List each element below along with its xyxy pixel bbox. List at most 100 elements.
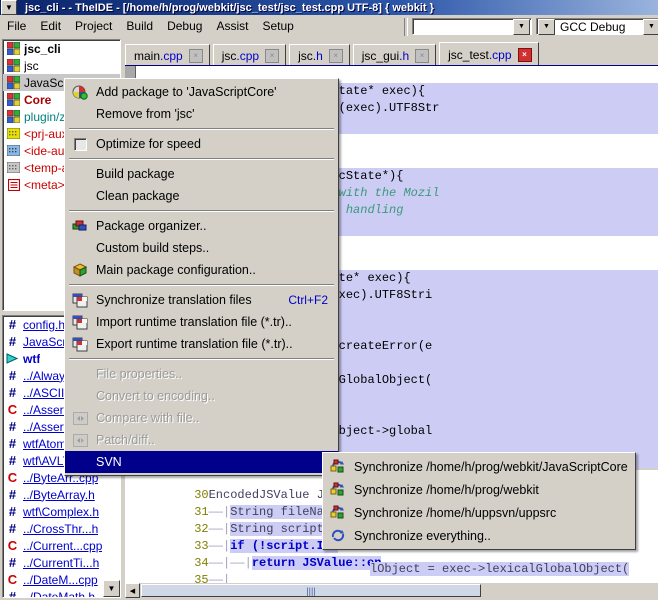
translate-icon xyxy=(69,335,91,353)
menu-setup[interactable]: Setup xyxy=(255,17,300,35)
no-icon xyxy=(69,105,91,123)
tab-jsc-gui-h[interactable]: jsc_gui.h × xyxy=(353,44,436,66)
list-item[interactable]: # ../CurrentTi...h xyxy=(3,554,120,571)
header-icon: # xyxy=(5,437,20,451)
menu-item-synchronize-translation-files[interactable]: Synchronize translation files Ctrl+F2 xyxy=(65,289,338,311)
package-icon xyxy=(6,76,21,90)
menu-separator xyxy=(69,210,334,212)
svn-menu-item-sync-javascriptcore[interactable]: Synchronize /home/h/prog/webkit/JavaScri… xyxy=(323,455,635,478)
svn-icon xyxy=(327,504,349,522)
header-icon: # xyxy=(5,318,20,332)
menu-item-optimize-for-speed[interactable]: Optimize for speed xyxy=(65,133,338,155)
menu-item-custom-build-steps[interactable]: Custom build steps.. xyxy=(65,237,338,259)
svn-icon xyxy=(327,527,349,545)
menu-file[interactable]: File xyxy=(0,17,33,35)
tab-label: jsc_gui xyxy=(362,49,399,63)
close-icon[interactable]: × xyxy=(518,48,532,62)
menu-item-import-translation-file[interactable]: Import runtime translation file (*.tr).. xyxy=(65,311,338,333)
chevron-down-icon[interactable]: ▼ xyxy=(538,19,555,35)
menu-item-svn[interactable]: SVN ▶ xyxy=(65,451,338,473)
svn-menu-item-sync-everything[interactable]: Synchronize everything.. xyxy=(323,524,635,547)
list-item[interactable]: # ../ByteArray.h xyxy=(3,486,120,503)
menu-assist[interactable]: Assist xyxy=(209,17,255,35)
line-number: 30 xyxy=(183,487,209,504)
scroll-left-button[interactable]: ◀ xyxy=(125,583,140,598)
list-item-label: ../CurrentTi...h xyxy=(23,556,99,570)
system-menu-button[interactable]: ▼ xyxy=(1,0,17,15)
header-icon: # xyxy=(5,556,20,570)
hscroll-thumb[interactable]: |||| xyxy=(141,584,481,597)
menu-item-remove-from[interactable]: Remove from 'jsc' xyxy=(65,103,338,125)
tab-label: jsc xyxy=(222,49,237,63)
list-item[interactable]: C ../Current...cpp xyxy=(3,537,120,554)
list-item-label: <meta> xyxy=(24,178,65,192)
tab-label: jsc_test xyxy=(448,48,489,62)
tab-jsc-h[interactable]: jsc.h × xyxy=(289,44,350,66)
translate-icon xyxy=(69,313,91,331)
cpp-icon: C xyxy=(5,403,20,417)
list-item[interactable]: jsc xyxy=(3,57,120,74)
checkbox-icon[interactable] xyxy=(69,135,91,153)
menu-item-export-translation-file[interactable]: Export runtime translation file (*.tr).. xyxy=(65,333,338,355)
build-method-combo[interactable]: ▼ xyxy=(412,18,532,35)
menu-item-main-package-configuration[interactable]: Main package configuration.. xyxy=(65,259,338,281)
package-context-menu: Add package to 'JavaScriptCore' Remove f… xyxy=(64,78,339,476)
package-icon xyxy=(6,59,21,73)
no-icon xyxy=(69,387,91,405)
list-item[interactable]: jsc_cli xyxy=(3,40,120,57)
menu-build[interactable]: Build xyxy=(119,17,160,35)
list-item-label: ../DateMath.h xyxy=(23,590,95,599)
menu-item-file-properties: File properties.. xyxy=(65,363,338,385)
tab-main-cpp[interactable]: main.cpp × xyxy=(125,44,210,66)
menu-project[interactable]: Project xyxy=(68,17,119,35)
tab-ext: .h xyxy=(313,49,323,63)
svn-icon xyxy=(327,481,349,499)
close-icon[interactable]: × xyxy=(415,49,429,63)
toolbar-separator xyxy=(404,18,408,36)
menu-item-clean-package[interactable]: Clean package xyxy=(65,185,338,207)
menu-item-label: Package organizer.. xyxy=(96,219,207,233)
menu-item-build-package[interactable]: Build package xyxy=(65,163,338,185)
menu-item-label: Convert to encoding.. xyxy=(96,389,215,403)
menu-item-label: Custom build steps.. xyxy=(96,241,209,255)
svn-menu-item-sync-webkit[interactable]: Synchronize /home/h/prog/webkit xyxy=(323,478,635,501)
tab-ext: .cpp xyxy=(236,49,259,63)
menu-separator xyxy=(69,284,334,286)
list-item[interactable]: # wtf\Complex.h xyxy=(3,503,120,520)
menu-edit[interactable]: Edit xyxy=(33,17,68,35)
chevron-down-icon[interactable]: ▼ xyxy=(643,19,658,35)
svn-menu-item-sync-uppsrc[interactable]: Synchronize /home/h/uppsvn/uppsrc xyxy=(323,501,635,524)
list-item-label: ../ByteArray.h xyxy=(23,488,95,502)
header-icon: # xyxy=(5,488,20,502)
close-icon[interactable]: × xyxy=(329,49,343,63)
tab-ext: .h xyxy=(399,49,409,63)
menu-separator xyxy=(69,128,334,130)
close-icon[interactable]: × xyxy=(189,49,203,63)
tab-jsc-test-cpp[interactable]: jsc_test.cpp × xyxy=(439,42,538,66)
list-item-label: config.h xyxy=(23,318,65,332)
header-icon: # xyxy=(5,522,20,536)
cube-icon xyxy=(69,261,91,279)
editor-hscrollbar[interactable]: ◀ |||| xyxy=(125,583,658,598)
build-mode-value: GCC Debug xyxy=(556,20,629,34)
header-icon: # xyxy=(5,369,20,383)
editor-tab-strip: main.cpp × jsc.cpp × jsc.h × jsc_gui.h ×… xyxy=(125,41,658,66)
list-item[interactable]: # ../CrossThr...h xyxy=(3,520,120,537)
header-icon: # xyxy=(5,505,20,519)
filelist-scroll-down-button[interactable]: ▼ xyxy=(103,580,120,597)
menu-item-label: Optimize for speed xyxy=(96,137,201,151)
menu-item-add-package[interactable]: Add package to 'JavaScriptCore' xyxy=(65,81,338,103)
menu-item-accelerator: Ctrl+F2 xyxy=(288,293,338,307)
tab-label: jsc xyxy=(298,49,313,63)
svn-submenu: Synchronize /home/h/prog/webkit/JavaScri… xyxy=(322,452,636,550)
header-icon: # xyxy=(5,420,20,434)
aux-icon xyxy=(6,144,21,158)
menu-debug[interactable]: Debug xyxy=(160,17,209,35)
menu-item-label: Synchronize /home/h/uppsvn/uppsrc xyxy=(354,506,556,520)
tab-jsc-cpp[interactable]: jsc.cpp × xyxy=(213,44,286,66)
build-mode-combo[interactable]: ▼ GCC Debug ▼ xyxy=(536,18,658,35)
chevron-down-icon[interactable]: ▼ xyxy=(513,19,530,35)
menu-item-package-organizer[interactable]: Package organizer.. xyxy=(65,215,338,237)
close-icon[interactable]: × xyxy=(265,49,279,63)
menu-item-label: File properties.. xyxy=(96,367,182,381)
